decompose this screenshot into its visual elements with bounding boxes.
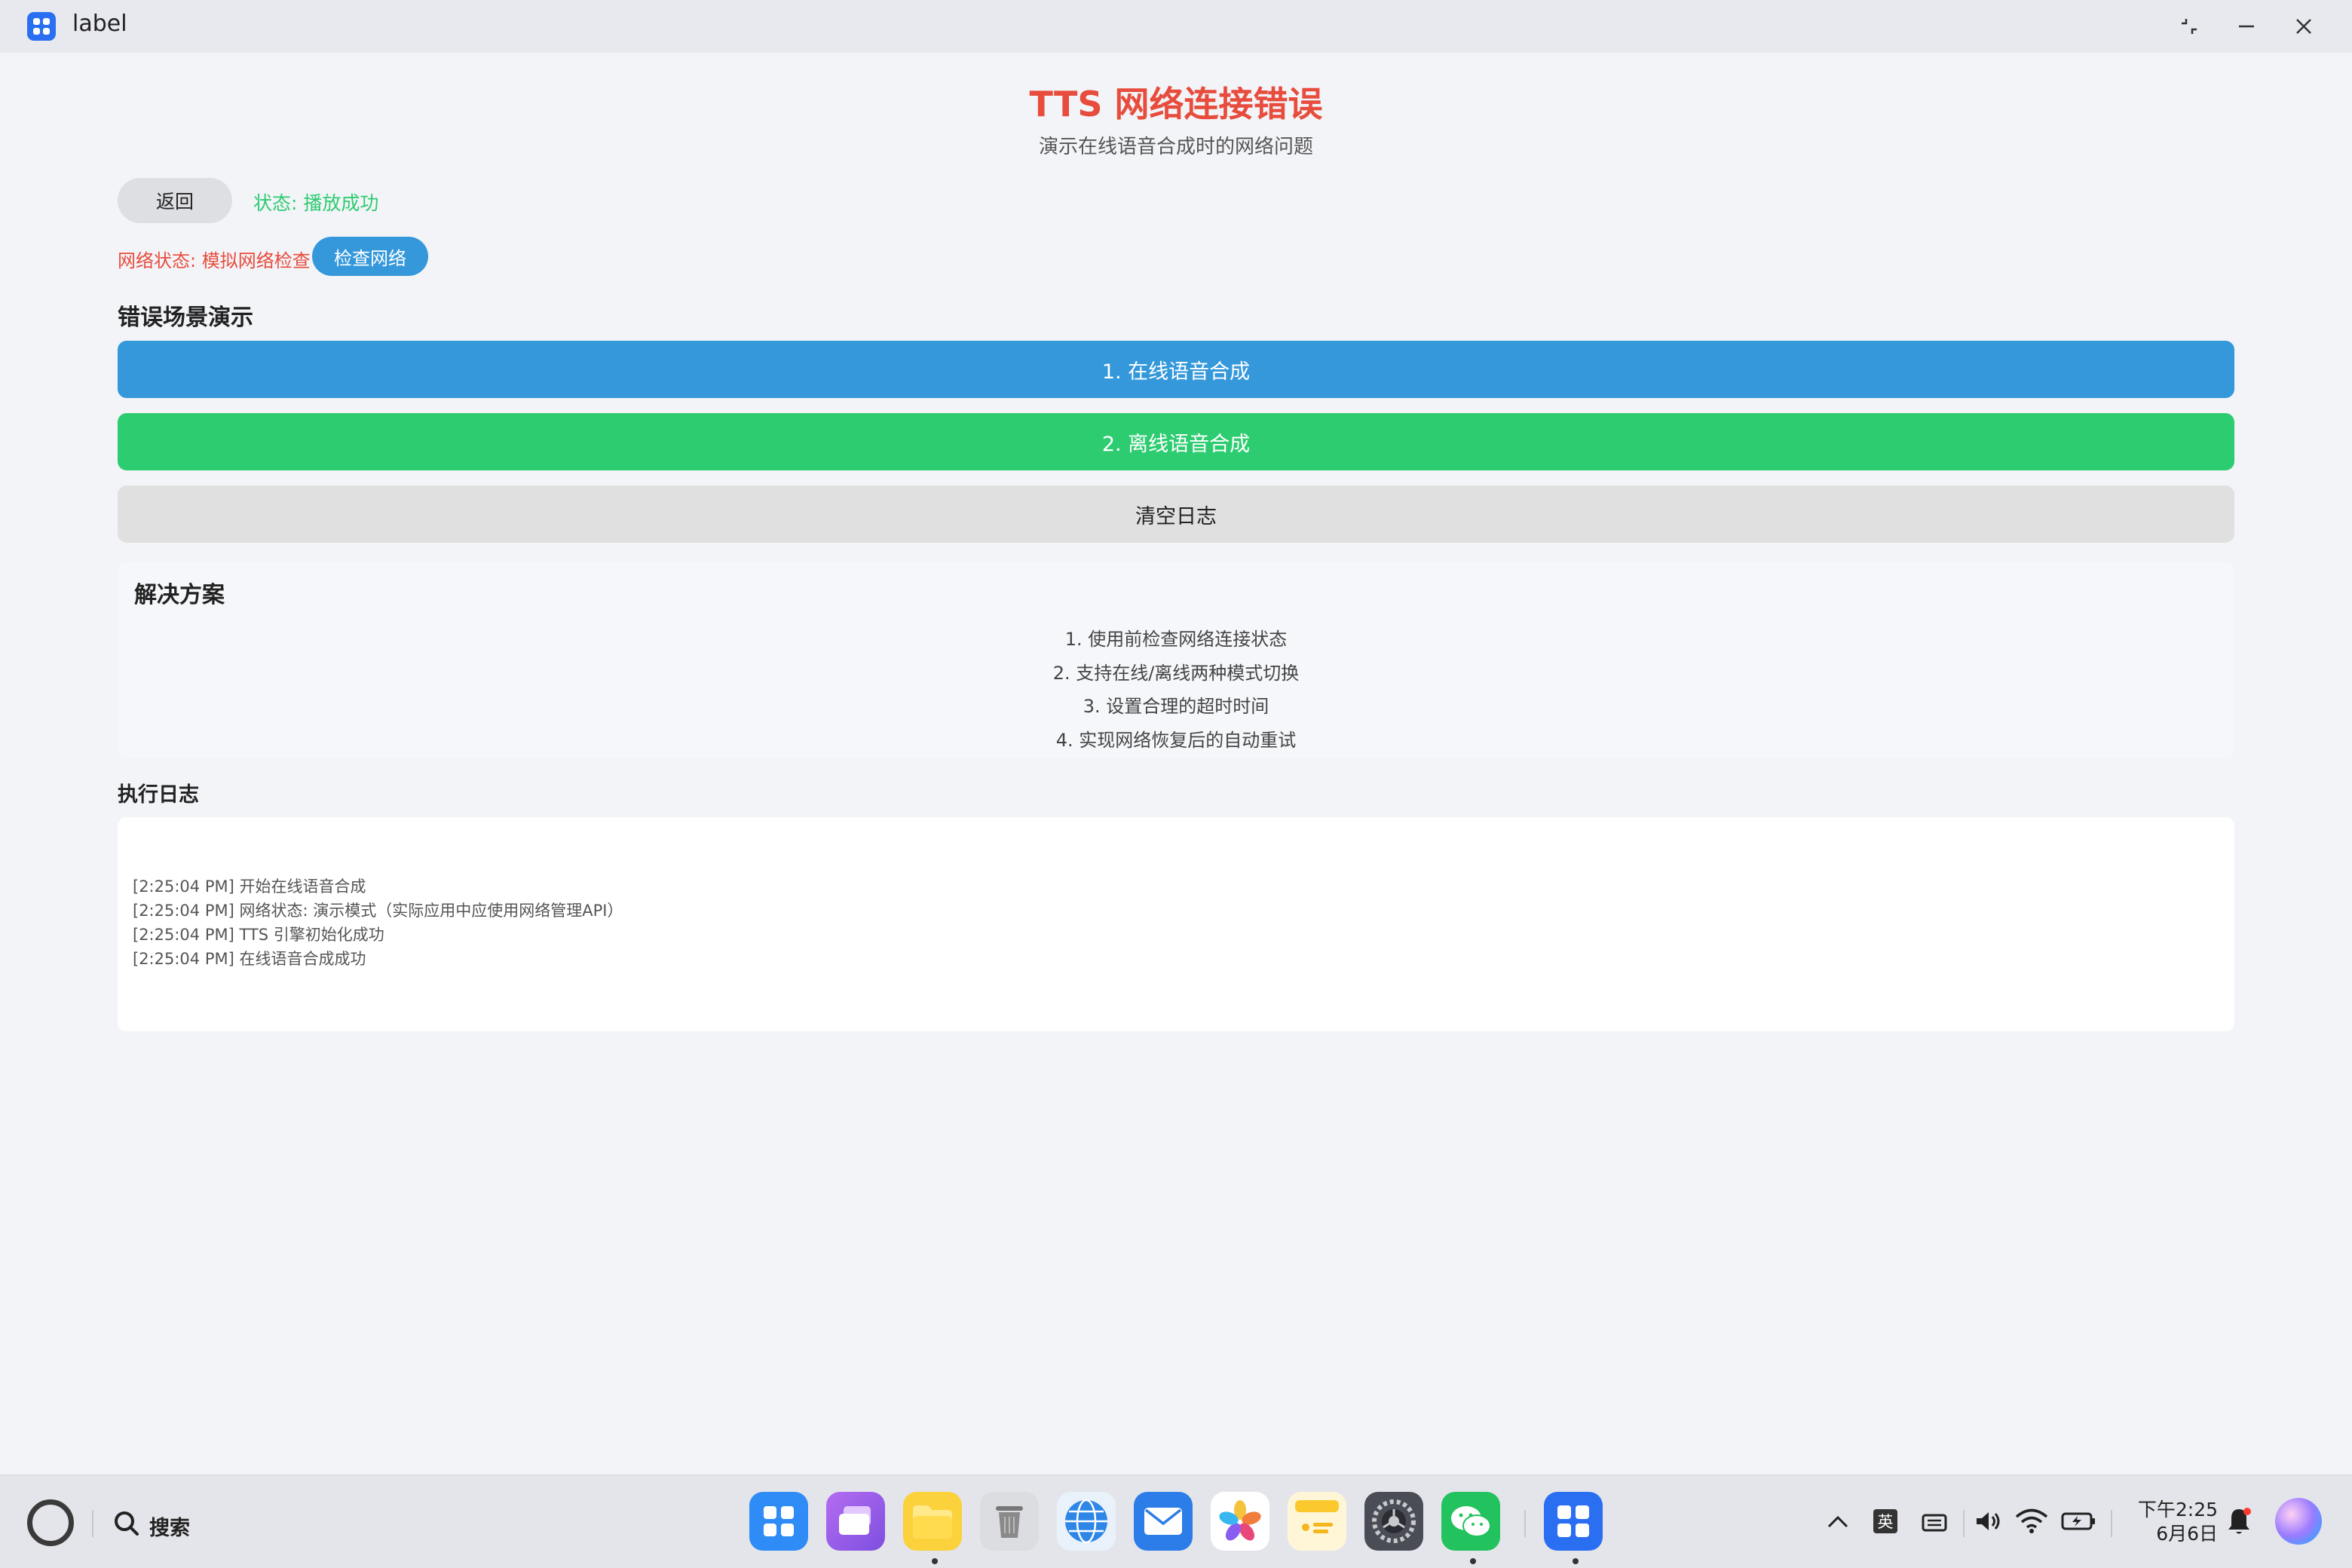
search-icon[interactable]	[112, 1508, 142, 1539]
status-text: 状态: 播放成功	[253, 192, 379, 214]
wechat-icon[interactable]	[1441, 1492, 1500, 1551]
dock-divider	[1524, 1510, 1526, 1537]
window-title: label	[72, 11, 127, 37]
solution-card: 解决方案 1. 使用前检查网络连接状态 2. 支持在线/离线两种模式切换 3. …	[118, 562, 2234, 758]
volume-icon[interactable]	[1974, 1504, 2004, 1539]
log-line: [2:25:04 PM] 在线语音合成成功	[133, 950, 366, 968]
clock[interactable]: 下午2:25 6月6日	[2127, 1498, 2218, 1546]
running-indicator	[932, 1558, 938, 1564]
check-network-button[interactable]: 检查网络	[312, 237, 428, 276]
solution-title: 解决方案	[134, 582, 225, 608]
solution-item: 1. 使用前检查网络连接状态	[1064, 629, 1288, 650]
main-content: TTS 网络连接错误 演示在线语音合成时的网络问题 返回 状态: 播放成功 网络…	[0, 53, 2352, 1475]
photos-icon[interactable]	[1211, 1492, 1269, 1551]
offline-tts-button[interactable]: 2. 离线语音合成	[118, 413, 2234, 470]
settings-icon[interactable]	[1364, 1492, 1423, 1551]
back-button[interactable]: 返回	[118, 178, 232, 223]
app-icon	[27, 12, 56, 41]
running-indicator	[1573, 1558, 1579, 1564]
notification-bell-icon[interactable]	[2225, 1504, 2252, 1539]
wifi-icon[interactable]	[2014, 1504, 2049, 1539]
app-center-icon[interactable]	[749, 1492, 808, 1551]
keyboard-icon[interactable]	[1919, 1504, 1949, 1539]
log-box[interactable]: [2:25:04 PM] 开始在线语音合成 [2:25:04 PM] 网络状态:…	[118, 817, 2234, 1031]
scenario-section-title: 错误场景演示	[118, 305, 253, 331]
running-indicator	[1470, 1558, 1476, 1564]
tray-divider	[2111, 1510, 2112, 1537]
mail-icon[interactable]	[1134, 1492, 1193, 1551]
search-label[interactable]: 搜索	[149, 1511, 190, 1541]
multitask-icon[interactable]	[826, 1492, 885, 1551]
clock-time: 下午2:25	[2137, 1499, 2218, 1521]
files-icon[interactable]	[903, 1492, 962, 1551]
chevron-up-icon[interactable]	[1824, 1504, 1851, 1539]
online-tts-button[interactable]: 1. 在线语音合成	[118, 341, 2234, 398]
log-line: [2:25:04 PM] 开始在线语音合成	[133, 877, 366, 896]
page-title: TTS 网络连接错误	[1029, 84, 1323, 124]
trash-icon[interactable]	[980, 1492, 1039, 1551]
log-line: [2:25:04 PM] 网络状态: 演示模式（实际应用中应使用网络管理API）	[133, 902, 623, 920]
close-icon[interactable]	[2283, 8, 2325, 45]
taskbar: 搜索 英 下午2:25 6月6日	[0, 1475, 2352, 1568]
ime-indicator[interactable]: 英	[1873, 1504, 1898, 1539]
browser-icon[interactable]	[1057, 1492, 1116, 1551]
log-title: 执行日志	[118, 783, 199, 807]
clear-log-button[interactable]: 清空日志	[118, 485, 2234, 543]
solution-item: 3. 设置合理的超时时间	[1083, 696, 1269, 717]
battery-icon[interactable]	[2061, 1504, 2096, 1539]
title-bar: label	[0, 0, 2352, 53]
label-app-icon[interactable]	[1544, 1492, 1603, 1551]
solution-item: 2. 支持在线/离线两种模式切换	[1052, 662, 1300, 684]
tray-divider	[1963, 1510, 1965, 1537]
minimize-icon[interactable]	[2225, 8, 2268, 45]
ime-label: 英	[1873, 1509, 1897, 1533]
network-status-text: 网络状态: 模拟网络检查	[118, 250, 311, 271]
solution-item: 4. 实现网络恢复后的自动重试	[1055, 729, 1297, 751]
clock-date: 6月6日	[2156, 1523, 2218, 1545]
start-button[interactable]	[27, 1499, 74, 1546]
log-line: [2:25:04 PM] TTS 引擎初始化成功	[133, 926, 384, 944]
page-subtitle: 演示在线语音合成时的网络问题	[1038, 136, 1313, 158]
taskbar-divider	[92, 1510, 93, 1537]
solution-list: 1. 使用前检查网络连接状态 2. 支持在线/离线两种模式切换 3. 设置合理的…	[118, 623, 2234, 757]
assistant-orb-icon[interactable]	[2275, 1498, 2322, 1545]
notes-icon[interactable]	[1288, 1492, 1346, 1551]
restore-icon[interactable]	[2168, 8, 2210, 45]
